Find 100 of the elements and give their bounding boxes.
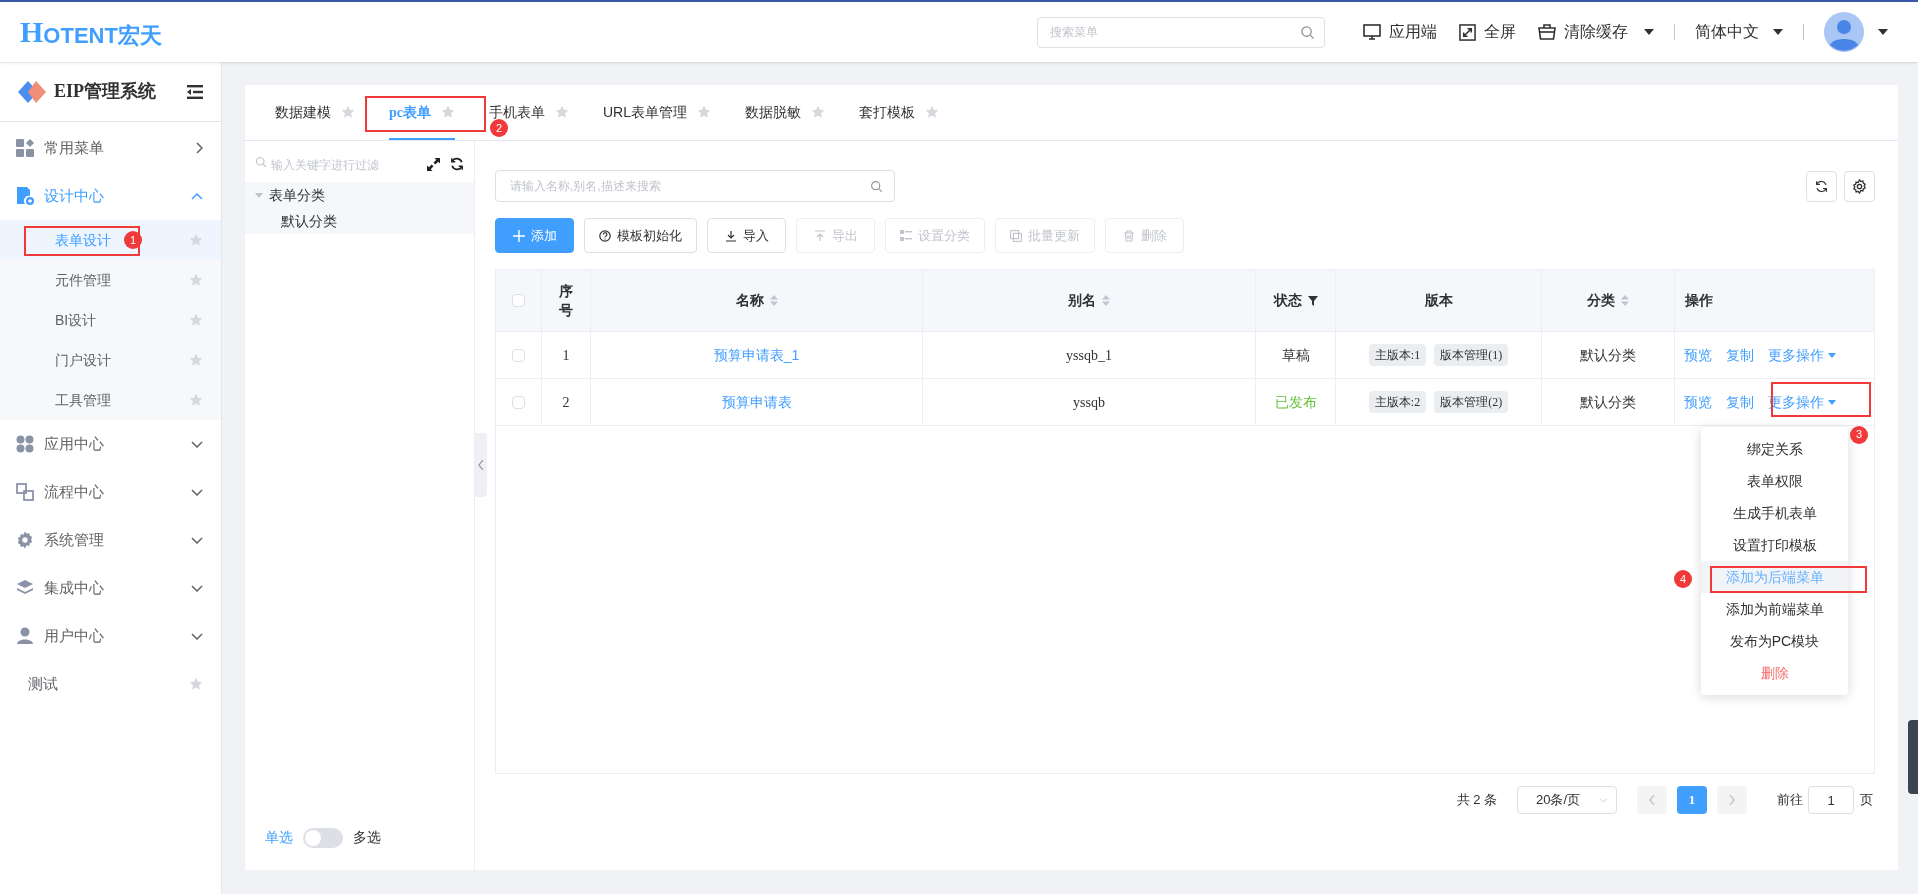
total-count: 共 2 条 [1456, 791, 1497, 810]
menu-item[interactable]: 流程中心 [0, 468, 221, 516]
previous-page-button[interactable] [1637, 786, 1667, 814]
dropdown-item[interactable]: 生成手机表单 [1701, 497, 1848, 529]
next-page-button[interactable] [1717, 786, 1747, 814]
star-icon[interactable] [189, 313, 203, 327]
help-icon [599, 229, 611, 242]
logo-mark: H [20, 17, 44, 47]
page-size-select[interactable]: 20条/页 [1517, 786, 1617, 814]
dropdown-item[interactable]: 设置打印模板 [1701, 529, 1848, 561]
sort-icon[interactable] [1102, 295, 1110, 306]
checkbox[interactable] [512, 348, 525, 362]
menu-item[interactable]: 系统管理 [0, 516, 221, 564]
caret-icon [1828, 399, 1836, 405]
menu-item[interactable]: 集成中心 [0, 564, 221, 612]
language-dropdown[interactable]: 简体中文 [1695, 20, 1783, 44]
chevron-left-icon [478, 460, 484, 470]
avatar-icon [1824, 12, 1864, 52]
filter-icon[interactable] [1307, 295, 1318, 306]
header-action[interactable]: 应用端 [1363, 20, 1437, 44]
checkbox[interactable] [512, 395, 525, 409]
star-icon[interactable] [555, 105, 569, 119]
version-management-button[interactable]: 版本管理(2) [1434, 391, 1509, 413]
chevron-down-icon [191, 440, 203, 448]
fullscreen-icon [1459, 23, 1476, 41]
tree-filter-field[interactable]: 输入关键字进行过滤 [255, 156, 400, 174]
version-management-button[interactable]: 版本管理(1) [1434, 344, 1509, 366]
star-icon[interactable] [925, 105, 939, 119]
select-all-checkbox[interactable] [512, 294, 525, 307]
caret-icon [1773, 29, 1783, 35]
menu-search-field[interactable]: 搜索菜单 [1037, 16, 1325, 48]
refresh-icon[interactable] [450, 157, 464, 171]
system-title: EIP管理系统 [54, 80, 156, 103]
side-widget[interactable] [1908, 720, 1918, 794]
column-header: 分类 [1587, 291, 1615, 310]
dropdown-item[interactable]: 绑定关系 [1701, 433, 1848, 465]
settings-icon [1852, 178, 1867, 194]
multi-select-label: 多选 [353, 828, 381, 847]
star-icon[interactable] [189, 353, 203, 367]
star-icon[interactable] [189, 273, 203, 287]
user-menu[interactable] [1824, 12, 1888, 52]
plus-icon [512, 229, 525, 242]
chevron-down-icon [191, 584, 203, 592]
sort-icon[interactable] [769, 295, 778, 306]
star-icon[interactable] [697, 105, 711, 119]
column-header: 状态 [1273, 291, 1302, 310]
chevron-down-icon [191, 632, 203, 640]
submenu-item[interactable]: 表单设计 1 [0, 220, 221, 260]
dropdown-item[interactable]: 添加为前端菜单 [1701, 593, 1848, 625]
menu-item[interactable]: 应用中心 [0, 420, 221, 468]
toolbar-button[interactable]: 模板初始化 [584, 218, 697, 253]
menu-item[interactable]: 用户中心 [0, 612, 221, 660]
dropdown-item[interactable]: 发布为PC模块 [1701, 625, 1848, 657]
tab[interactable]: 数据脱敏 [745, 86, 825, 140]
collapse-menu-icon[interactable] [187, 84, 203, 99]
tab[interactable]: 数据建模 [275, 86, 355, 140]
header-action[interactable]: 全屏 [1459, 20, 1516, 44]
select-mode-switch[interactable] [303, 827, 343, 848]
table-cell-text: yssqb [1073, 393, 1105, 412]
star-icon[interactable] [811, 105, 825, 119]
monitor-icon [1363, 23, 1381, 41]
refresh-button[interactable] [1806, 170, 1837, 202]
chevron-down-icon [191, 536, 203, 544]
collapse-handle[interactable] [475, 433, 487, 497]
toolbar-button[interactable]: 导入 [707, 218, 786, 253]
submenu-item[interactable]: 门户设计 [0, 340, 221, 380]
step-badge: 2 [490, 119, 508, 137]
submenu-item[interactable]: BI设计 [0, 300, 221, 340]
tab[interactable]: URL表单管理 [603, 86, 711, 140]
step-badge: 4 [1674, 570, 1692, 588]
page-unit-label: 页 [1860, 791, 1873, 810]
logo-icon [18, 80, 46, 103]
star-icon[interactable] [189, 677, 203, 691]
column-header: 操作 [1685, 291, 1713, 310]
tree-node[interactable]: 默认分类 [245, 208, 474, 234]
star-icon[interactable] [341, 105, 355, 119]
goto-page-field[interactable]: 1 [1808, 786, 1854, 814]
caret-icon [1828, 352, 1836, 358]
gear-icon [16, 531, 34, 549]
layers-icon [16, 579, 34, 597]
header-action[interactable]: 清除缓存 [1538, 20, 1654, 44]
menu-item[interactable]: 测试 [0, 660, 221, 708]
menu-item[interactable]: 常用菜单 [0, 124, 221, 172]
upload-icon [813, 229, 826, 242]
search-icon [255, 156, 267, 168]
settings-button[interactable] [1844, 170, 1875, 202]
user-icon [16, 627, 34, 645]
sort-icon[interactable] [1621, 295, 1629, 306]
star-icon[interactable] [189, 393, 203, 407]
table-search-field[interactable]: 请输入名称,别名,描述来搜索 [495, 170, 895, 202]
submenu-item[interactable]: 工具管理 [0, 380, 221, 420]
tree-node[interactable]: 表单分类 [245, 182, 474, 208]
tab[interactable]: 套打模板 [859, 86, 939, 140]
star-icon[interactable] [189, 233, 203, 247]
chevron-down-icon [191, 488, 203, 496]
trash-icon [1122, 229, 1135, 242]
expand-icon[interactable] [427, 157, 440, 171]
star-icon[interactable] [441, 105, 455, 119]
submenu-item[interactable]: 元件管理 [0, 260, 221, 300]
dropdown-item[interactable]: 表单权限 [1701, 465, 1848, 497]
